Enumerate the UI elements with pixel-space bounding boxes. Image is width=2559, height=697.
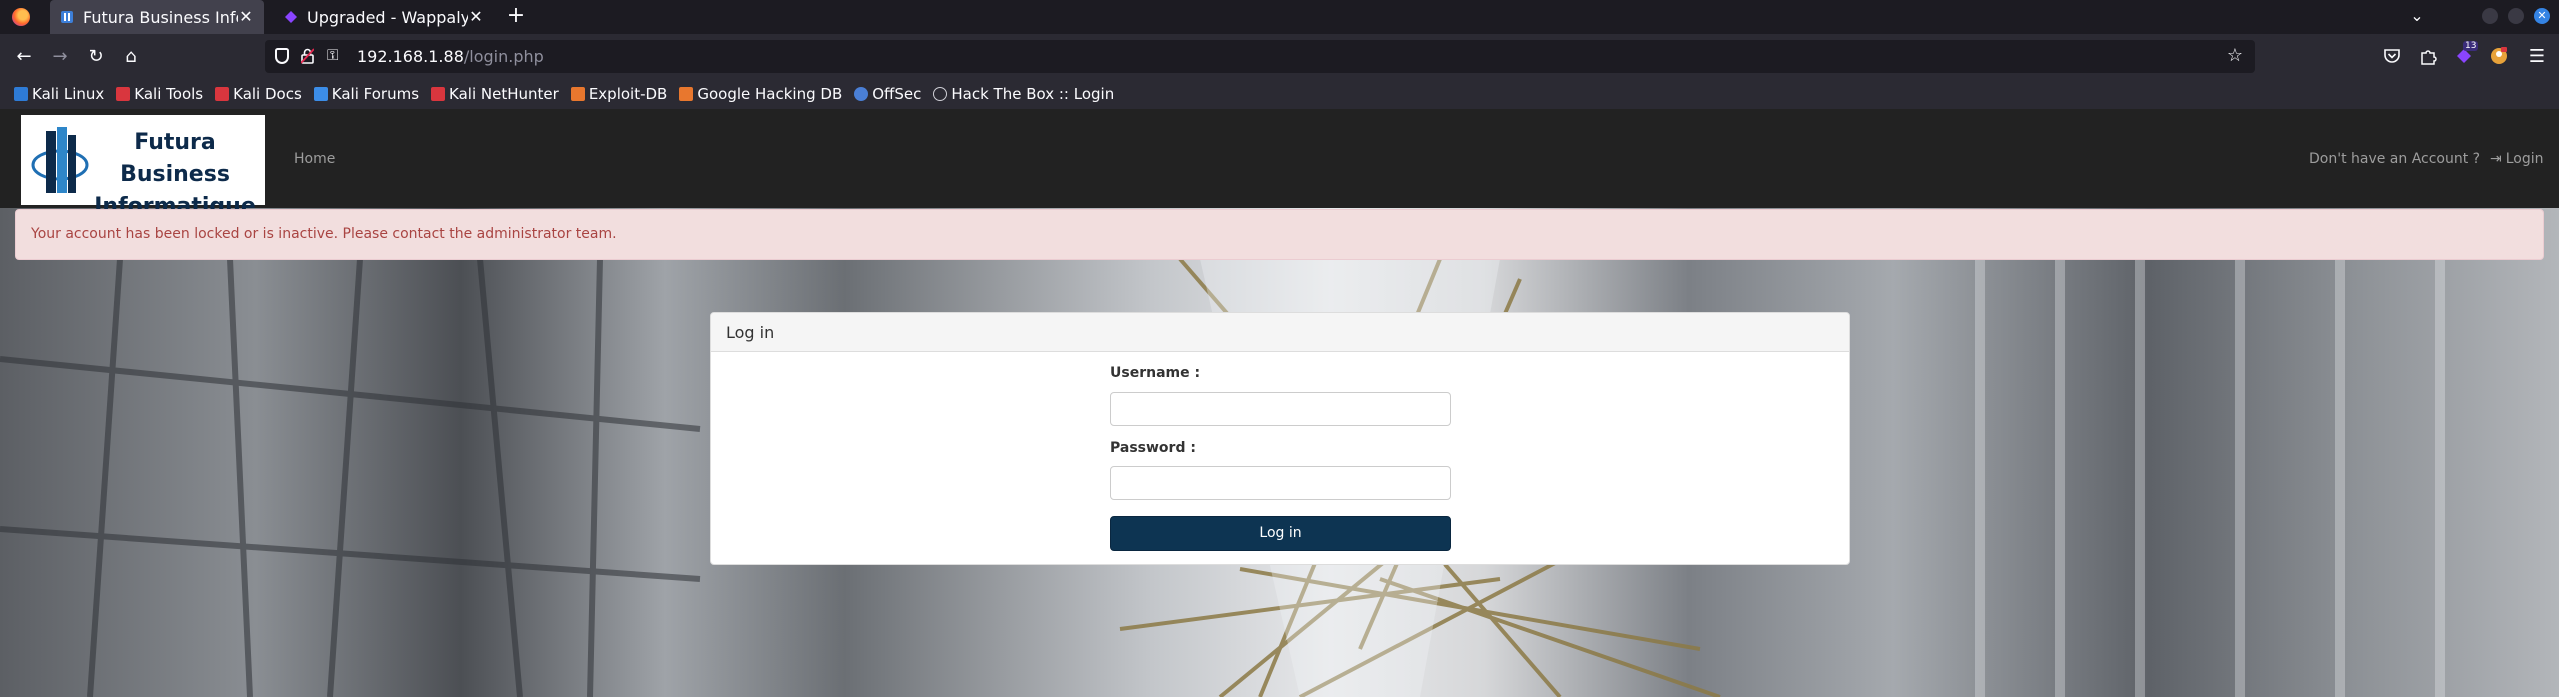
bookmark-label: Google Hacking DB: [697, 85, 843, 103]
globe-icon: [933, 87, 948, 101]
bookmark-hack-the-box[interactable]: Hack The Box :: Login: [933, 85, 1114, 103]
close-window-button[interactable]: ✕: [2534, 8, 2550, 24]
bookmark-label: Kali Linux: [32, 85, 105, 103]
reload-icon[interactable]: ↻: [85, 46, 107, 68]
login-panel: Log in Username : Password : Log in: [710, 312, 1850, 565]
bookmark-offsec[interactable]: OffSec: [854, 85, 921, 103]
offsec-icon: [854, 87, 869, 101]
username-input[interactable]: [1110, 392, 1451, 426]
maximize-window-button[interactable]: [2508, 8, 2524, 24]
extension-avatar-icon[interactable]: [2489, 46, 2509, 66]
back-arrow-icon[interactable]: ←: [13, 46, 35, 68]
exploit-db-icon: [570, 87, 585, 101]
password-input[interactable]: [1110, 466, 1451, 500]
bookmark-label: Hack The Box :: Login: [951, 85, 1115, 103]
username-label: Username :: [1110, 365, 1201, 381]
pocket-icon[interactable]: [2382, 46, 2402, 66]
bookmark-label: OffSec: [872, 85, 922, 103]
nav-signup-link[interactable]: Don't have an Account ?: [2309, 151, 2480, 167]
bookmark-label: Kali NetHunter: [449, 85, 559, 103]
navigation-bar: ← → ↻ ⌂ ⚿ 192.168.1.88/login.php ☆ 13 ☰: [0, 34, 2559, 79]
bookmark-google-hacking-db[interactable]: Google Hacking DB: [679, 85, 842, 103]
nav-home-link[interactable]: Home: [294, 151, 335, 167]
tab-title: Futura Business Informat: [83, 7, 238, 27]
panel-title: Log in: [711, 313, 1849, 352]
saved-login-key-icon[interactable]: ⚿: [327, 46, 338, 64]
bookmark-label: Kali Forums: [331, 85, 420, 103]
tracking-protection-shield-icon[interactable]: [275, 48, 289, 64]
nav-login-label: Login: [2505, 151, 2544, 167]
extensions-puzzle-icon[interactable]: [2418, 46, 2438, 66]
insecure-lock-icon[interactable]: [301, 48, 314, 64]
login-submit-button[interactable]: Log in: [1110, 516, 1451, 551]
bookmark-exploit-db[interactable]: Exploit-DB: [570, 85, 668, 103]
url-path: /login.php: [463, 47, 544, 66]
close-tab-icon[interactable]: ✕: [238, 9, 254, 25]
site-navbar: Futura Business Informatique Home Don't …: [0, 109, 2559, 219]
bookmark-kali-forums[interactable]: Kali Forums: [313, 85, 420, 103]
wappalyzer-icon: [285, 11, 297, 23]
firefox-menu-icon[interactable]: [12, 8, 30, 26]
login-icon: ⇥: [2490, 151, 2502, 167]
url-host: 192.168.1.88: [357, 47, 464, 66]
building-logo-icon: [31, 127, 89, 193]
hamburger-menu-icon[interactable]: ☰: [2526, 46, 2548, 68]
close-tab-icon[interactable]: ✕: [468, 9, 484, 25]
account-locked-alert: Your account has been locked or is inact…: [15, 209, 2544, 260]
url-text[interactable]: 192.168.1.88/login.php: [357, 47, 544, 66]
bookmark-star-icon[interactable]: ☆: [2227, 45, 2243, 66]
bookmark-label: Kali Docs: [233, 85, 302, 103]
new-tab-button[interactable]: +: [504, 5, 528, 29]
tab-favicon-icon: [61, 11, 73, 23]
password-label: Password :: [1110, 440, 1196, 456]
address-bar[interactable]: ⚿ 192.168.1.88/login.php ☆: [265, 40, 2255, 73]
home-icon[interactable]: ⌂: [120, 46, 142, 68]
list-all-tabs-icon[interactable]: ⌄: [2406, 6, 2428, 28]
brand-line-1: Futura Business: [120, 130, 230, 187]
kali-nethunter-icon: [431, 87, 446, 101]
tab-bar: Futura Business Informat ✕ Upgraded - Wa…: [0, 0, 2559, 34]
bookmark-kali-docs[interactable]: Kali Docs: [215, 85, 302, 103]
bookmark-kali-tools[interactable]: Kali Tools: [116, 85, 203, 103]
bookmarks-toolbar: Kali Linux Kali Tools Kali Docs Kali For…: [0, 79, 2559, 109]
kali-docs-icon: [215, 87, 230, 101]
nav-login-link[interactable]: ⇥ Login: [2490, 151, 2544, 167]
brand-logo[interactable]: Futura Business Informatique: [21, 115, 265, 219]
minimize-window-button[interactable]: [2482, 8, 2498, 24]
bookmark-label: Kali Tools: [134, 85, 204, 103]
forward-arrow-icon[interactable]: →: [49, 46, 71, 68]
tab-futura-login[interactable]: Futura Business Informat ✕: [50, 0, 264, 34]
google-hacking-db-icon: [679, 87, 694, 101]
tab-title: Upgraded - Wappalyzer: [307, 7, 468, 27]
tab-wappalyzer[interactable]: Upgraded - Wappalyzer ✕: [274, 0, 494, 34]
bookmark-kali-linux[interactable]: Kali Linux: [14, 85, 104, 103]
bookmark-label: Exploit-DB: [588, 85, 668, 103]
kali-dragon-icon: [14, 87, 28, 101]
kali-forums-icon: [313, 87, 328, 101]
bookmark-kali-nethunter[interactable]: Kali NetHunter: [431, 85, 559, 103]
extension-badge: 13: [2463, 41, 2479, 51]
kali-tools-icon: [116, 87, 131, 101]
page-viewport: Futura Business Informatique Home Don't …: [0, 109, 2559, 697]
